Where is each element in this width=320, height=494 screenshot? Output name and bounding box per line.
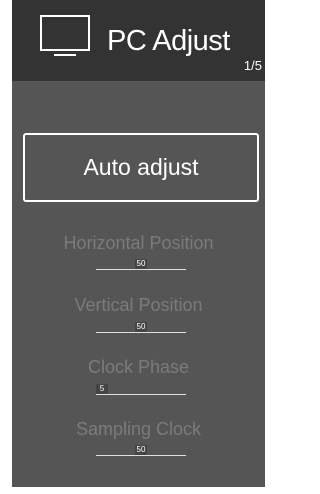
slider-thumb[interactable]: 50 [135, 445, 147, 455]
slider-track [96, 394, 186, 395]
horizontal-position-label: Horizontal Position [63, 233, 214, 253]
slider-thumb[interactable]: 5 [96, 384, 108, 394]
menu-header: PC Adjust 1/5 [12, 0, 265, 81]
slider-thumb[interactable]: 50 [135, 259, 147, 269]
slider-thumb[interactable]: 50 [135, 322, 147, 332]
auto-adjust-button[interactable]: Auto adjust [23, 133, 259, 202]
slider-track [96, 332, 186, 333]
horizontal-position-slider[interactable]: 50 [96, 258, 186, 270]
vertical-position-slider[interactable]: 50 [96, 321, 186, 333]
sampling-clock-label: Sampling Clock [75, 419, 202, 439]
menu-title: PC Adjust [107, 25, 230, 57]
slider-track [96, 455, 186, 456]
slider-track [96, 269, 186, 270]
page-indicator: 1/5 [243, 58, 262, 73]
sampling-clock-slider[interactable]: 50 [96, 444, 186, 456]
clock-phase-label: Clock Phase [87, 357, 190, 377]
monitor-icon [40, 15, 90, 56]
clock-phase-slider[interactable]: 5 [96, 383, 186, 395]
vertical-position-label: Vertical Position [74, 295, 203, 315]
pc-adjust-panel: PC Adjust 1/5 Auto adjust Horizontal Pos… [12, 0, 265, 487]
